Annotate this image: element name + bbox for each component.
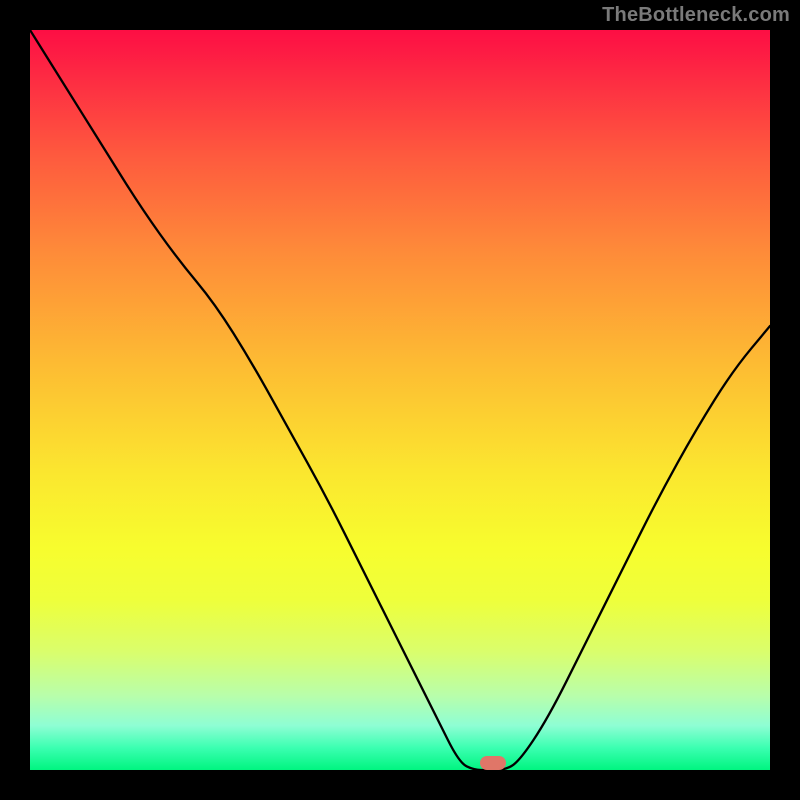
plot-area: [30, 30, 770, 770]
curve-path: [30, 30, 770, 770]
watermark-text: TheBottleneck.com: [602, 4, 790, 27]
chart-frame: TheBottleneck.com: [0, 0, 800, 800]
bottleneck-curve: [30, 30, 770, 770]
optimal-marker: [480, 756, 506, 770]
